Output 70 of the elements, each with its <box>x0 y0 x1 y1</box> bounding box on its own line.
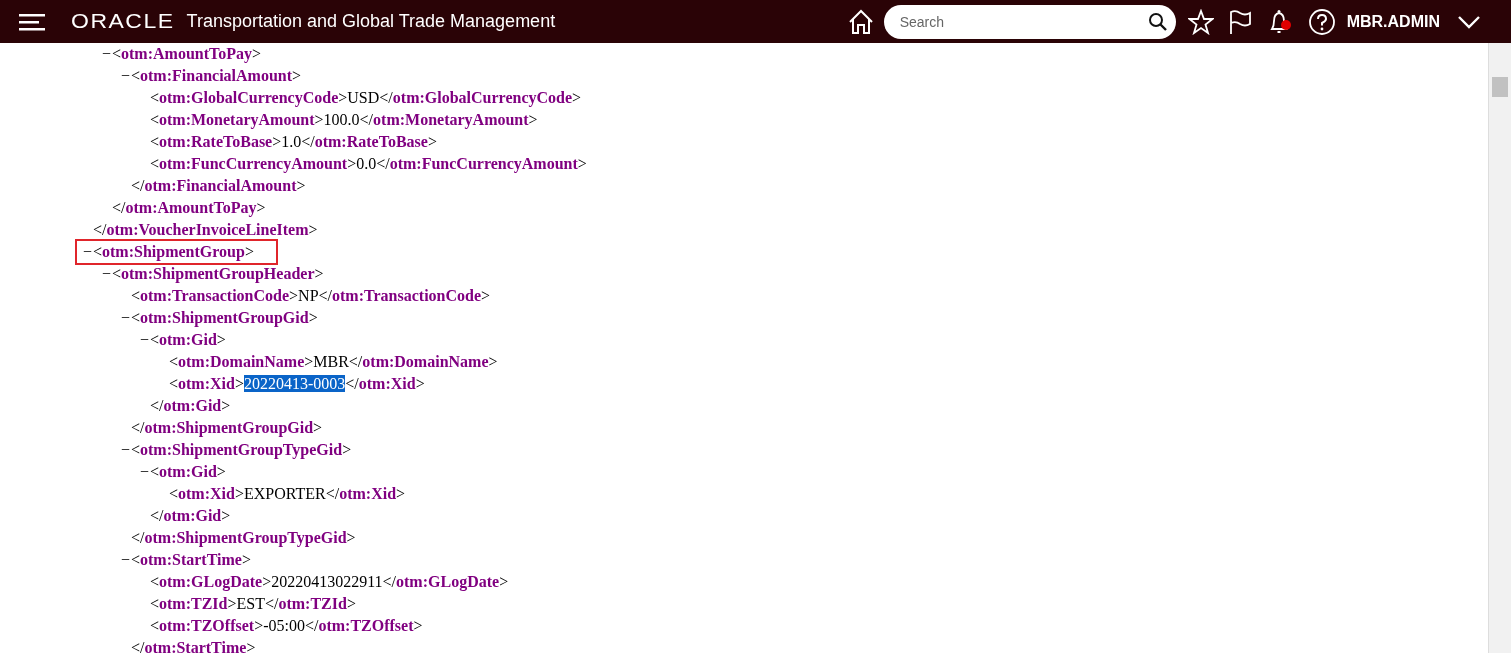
xml-tag: </otm:TransactionCode> <box>318 287 491 304</box>
xml-tag: <otm:AmountToPay> <box>112 45 262 62</box>
xml-tag: <otm:Gid> <box>150 331 226 348</box>
app-title: Transportation and Global Trade Management <box>186 11 556 32</box>
xml-tag: </otm:VoucherInvoiceLineItem> <box>93 221 318 238</box>
selected-text: 20220413-0003 <box>243 375 346 392</box>
xml-tag: <otm:FuncCurrencyAmount> <box>150 155 357 172</box>
xml-tag: </otm:ShipmentGroupTypeGid> <box>131 529 356 546</box>
xml-tag: <otm:ShipmentGroupTypeGid> <box>131 441 352 458</box>
chevron-down-icon[interactable] <box>1457 14 1481 29</box>
brand-logo: ORACLE <box>71 10 175 33</box>
xml-tag: <otm:ShipmentGroupGid> <box>131 309 318 326</box>
collapse-toggle[interactable]: − <box>121 307 131 329</box>
xml-tag: <otm:StartTime> <box>131 551 251 568</box>
help-icon[interactable] <box>1307 7 1336 36</box>
xml-tag: <otm:MonetaryAmount> <box>150 111 324 128</box>
xml-tag: <otm:ShipmentGroupHeader> <box>112 265 324 282</box>
xml-tag: <otm:GLogDate> <box>150 573 272 590</box>
xml-tag: </otm:Xid> <box>345 375 425 392</box>
xml-tag: </otm:FinancialAmount> <box>131 177 306 194</box>
collapse-toggle[interactable]: − <box>102 43 112 65</box>
xml-tag: </otm:Gid> <box>150 397 231 414</box>
collapse-toggle[interactable]: − <box>121 65 131 87</box>
collapse-toggle[interactable]: − <box>121 439 131 461</box>
tag-value: MBR <box>313 353 349 370</box>
tag-value: NP <box>298 287 319 304</box>
xml-tag: </otm:StartTime> <box>131 639 256 653</box>
tag-value: 1.0 <box>281 133 302 150</box>
xml-tag: <otm:Xid> <box>169 375 244 392</box>
collapse-toggle[interactable]: − <box>102 263 112 285</box>
xml-tag: <otm:TZId> <box>150 595 237 612</box>
collapse-toggle[interactable]: − <box>83 241 93 263</box>
xml-tag: </otm:TZOffset> <box>304 617 423 634</box>
xml-tag: <otm:FinancialAmount> <box>131 67 302 84</box>
xml-tag: <otm:TransactionCode> <box>131 287 299 304</box>
tag-value: 100.0 <box>323 111 360 128</box>
xml-tag: <otm:Gid> <box>150 463 226 480</box>
collapse-toggle[interactable]: − <box>140 461 150 483</box>
xml-tag: <otm:Xid> <box>169 485 244 502</box>
tag-value: EST <box>236 595 265 612</box>
xml-tag: </otm:AmountToPay> <box>112 199 266 216</box>
xml-tag: <otm:DomainName> <box>169 353 314 370</box>
collapse-toggle[interactable]: − <box>121 549 131 571</box>
tag-value: 0.0 <box>356 155 377 172</box>
flag-icon[interactable] <box>1227 8 1252 35</box>
xml-tag: </otm:ShipmentGroupGid> <box>131 419 323 436</box>
xml-tag: </otm:GlobalCurrencyCode> <box>379 89 582 106</box>
tag-value: -05:00 <box>263 617 305 634</box>
xml-tag: </otm:FuncCurrencyAmount> <box>376 155 587 172</box>
xml-tag: </otm:GLogDate> <box>382 573 509 590</box>
user-menu[interactable]: MBR.ADMIN <box>1346 12 1440 31</box>
tag-value: USD <box>347 89 380 106</box>
tag-value: 20220413022911 <box>271 573 383 590</box>
xml-tag: <otm:RateToBase> <box>150 133 282 150</box>
star-icon[interactable] <box>1187 8 1214 35</box>
scrollbar[interactable] <box>1488 43 1511 653</box>
collapse-toggle[interactable]: − <box>140 329 150 351</box>
xml-tag: <otm:GlobalCurrencyCode> <box>150 89 348 106</box>
xml-tag: </otm:DomainName> <box>348 353 498 370</box>
xml-tag: </otm:RateToBase> <box>301 133 437 150</box>
xml-tag: </otm:MonetaryAmount> <box>359 111 538 128</box>
xml-tag: <otm:TZOffset> <box>150 617 264 634</box>
xml-tag: <otm:ShipmentGroup> <box>93 243 254 260</box>
menu-icon[interactable] <box>19 12 45 31</box>
search-icon[interactable] <box>1147 11 1168 32</box>
tag-value: EXPORTER <box>243 485 326 502</box>
xml-tag: </otm:TZId> <box>264 595 356 612</box>
search-field[interactable]: Search <box>883 4 1176 39</box>
xml-tag: </otm:Gid> <box>150 507 231 524</box>
xml-tag: </otm:Xid> <box>325 485 406 502</box>
